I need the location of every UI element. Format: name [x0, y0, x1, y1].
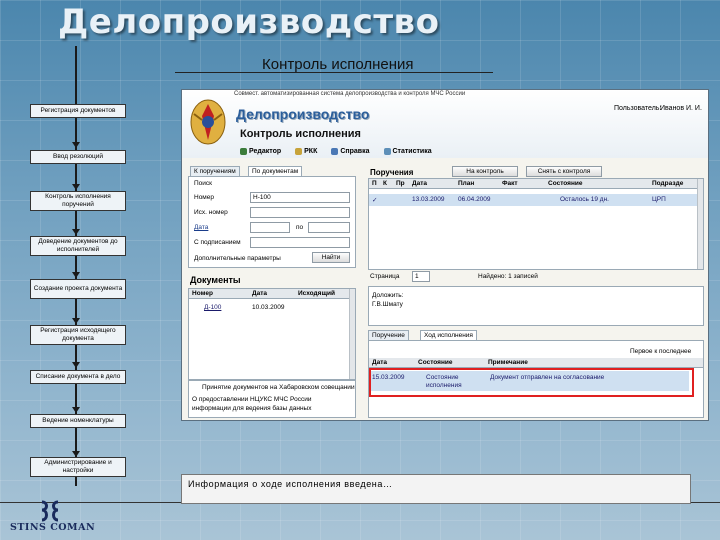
on-control-button[interactable]: На контроль [452, 166, 518, 177]
flow-step-draft: Создание проекта документа [30, 279, 126, 299]
flow-arrow [72, 142, 80, 148]
flow-arrow [72, 407, 80, 413]
doc-date: 10.03.2009 [252, 304, 285, 311]
search-out-number-label: Исх. номер [194, 209, 228, 216]
col-outgoing[interactable]: Исходящий [298, 290, 335, 297]
documents-scrollbar[interactable] [349, 289, 355, 379]
orders-label: Поручения [370, 168, 414, 177]
search-date-label[interactable]: Дата [194, 224, 208, 231]
order-dept: ЦРП [652, 196, 666, 203]
flow-step-admin: Администрирование и настройки [30, 457, 126, 477]
col-k[interactable]: К [383, 180, 387, 187]
nav-stats[interactable]: Статистика [383, 148, 432, 155]
order-date: 13.03.2009 [412, 196, 445, 203]
nav-rkk-label: РКК [304, 148, 318, 155]
col-p[interactable]: П [372, 180, 377, 187]
search-out-number-input[interactable] [250, 207, 350, 218]
col-number[interactable]: Номер [192, 290, 213, 297]
nav-help[interactable]: Справка [331, 148, 370, 155]
search-date-from-input[interactable] [250, 222, 290, 233]
search-date-to-input[interactable] [308, 222, 350, 233]
flow-arrow [72, 272, 80, 278]
search-number-input[interactable]: Н-100 [250, 192, 350, 203]
flow-arrow [72, 318, 80, 324]
found-count: Найдено: 1 записей [478, 273, 538, 280]
status-message: Информация о ходе исполнения введена… [181, 474, 691, 504]
editor-icon [240, 148, 247, 155]
user-label: Пользователь: [614, 105, 662, 112]
notice-line3: информации для ведения базы данных [192, 405, 312, 412]
col-history-state[interactable]: Состояние [418, 359, 453, 366]
col-state[interactable]: Состояние [548, 180, 583, 187]
nav-help-label: Справка [340, 148, 370, 155]
rkk-icon [295, 148, 303, 155]
search-po-label: по [296, 224, 304, 231]
off-control-button[interactable]: Снять с контроля [526, 166, 602, 177]
pager-select[interactable]: 1 [412, 271, 430, 282]
tab-by-orders[interactable]: К поручениям [190, 166, 240, 176]
app-subtitle: Контроль исполнения [240, 128, 361, 140]
col-fact[interactable]: Факт [502, 180, 518, 187]
executor-name: Г.В.Шмату [372, 301, 403, 308]
slide-title: Делопроизводство [58, 2, 440, 42]
notice-line1: Принятие документов на Хабаровском совещ… [202, 384, 355, 391]
executor-panel [368, 286, 704, 326]
flow-step-control: Контроль исполнения поручений [30, 191, 126, 211]
nav-stats-label: Статистика [392, 148, 432, 155]
order-state: Осталось 19 дн. [560, 196, 609, 203]
search-more-label[interactable]: Дополнительные параметры [194, 255, 281, 262]
system-name: Совмест. автоматизированная система дело… [234, 91, 466, 97]
notice-line2: О предоставлении НЦУКС МЧС России [192, 396, 312, 403]
search-signed-label: С подписанием [194, 239, 241, 246]
documents-label: Документы [190, 275, 241, 285]
col-pr[interactable]: Пр [396, 180, 405, 187]
help-icon [331, 148, 339, 155]
orders-grid [368, 178, 704, 270]
app-title: Делопроизводство [236, 106, 370, 122]
search-signed-input[interactable] [250, 237, 350, 248]
flow-step-nomenclature: Ведение номенклатуры [30, 414, 126, 428]
company-logo-text: STINS COMAN [10, 522, 96, 533]
highlight-frame [369, 368, 694, 397]
order-plan: 06.04.2009 [458, 196, 491, 203]
flow-step-outgoing: Регистрация исходящего документа [30, 325, 126, 345]
col-history-note[interactable]: Примечание [488, 359, 528, 366]
nav-editor-label: Редактор [249, 148, 282, 155]
flow-step-delivery: Доведение документов до исполнителей [30, 236, 126, 256]
search-number-label: Номер [194, 194, 215, 201]
flow-step-archive: Списание документа в дело [30, 370, 126, 384]
nav-rkk[interactable]: РКК [295, 148, 317, 155]
first-last-checkbox[interactable]: Первое к последнее [630, 348, 691, 355]
col-order-date[interactable]: Дата [412, 180, 427, 187]
main-nav: Редактор РКК Справка Статистика [240, 148, 432, 155]
tab-progress[interactable]: Ход исполнения [420, 330, 477, 340]
stats-icon [383, 148, 391, 155]
col-dept[interactable]: Подразде [652, 180, 683, 187]
flow-step-resolutions: Ввод резолюций [30, 150, 126, 164]
flow-step-registration: Регистрация документов [30, 104, 126, 118]
emchs-emblem-icon [188, 96, 228, 148]
app-window: Совмест. автоматизированная система дело… [181, 89, 709, 421]
executor-label: Доложить: [372, 292, 404, 299]
col-plan[interactable]: План [458, 180, 474, 187]
tab-by-documents[interactable]: По документам [248, 166, 303, 176]
orders-scrollbar[interactable] [697, 179, 703, 269]
flow-arrow [72, 362, 80, 368]
nav-editor[interactable]: Редактор [240, 148, 281, 155]
search-group-label: Поиск [194, 180, 213, 187]
pager-label: Страница [370, 273, 400, 280]
doc-number-link[interactable]: Д-100 [204, 304, 221, 311]
tab-order[interactable]: Поручение [368, 330, 409, 340]
subtitle-underline [175, 72, 493, 73]
flow-arrow [72, 229, 80, 235]
col-history-date[interactable]: Дата [372, 359, 387, 366]
flow-arrow [72, 184, 80, 190]
slide-subtitle: Контроль исполнения [262, 56, 414, 73]
user-name: Иванов И. И. [660, 105, 702, 112]
find-button[interactable]: Найти [312, 252, 350, 263]
col-date[interactable]: Дата [252, 290, 267, 297]
row-check-icon[interactable]: ✓ [372, 196, 377, 204]
